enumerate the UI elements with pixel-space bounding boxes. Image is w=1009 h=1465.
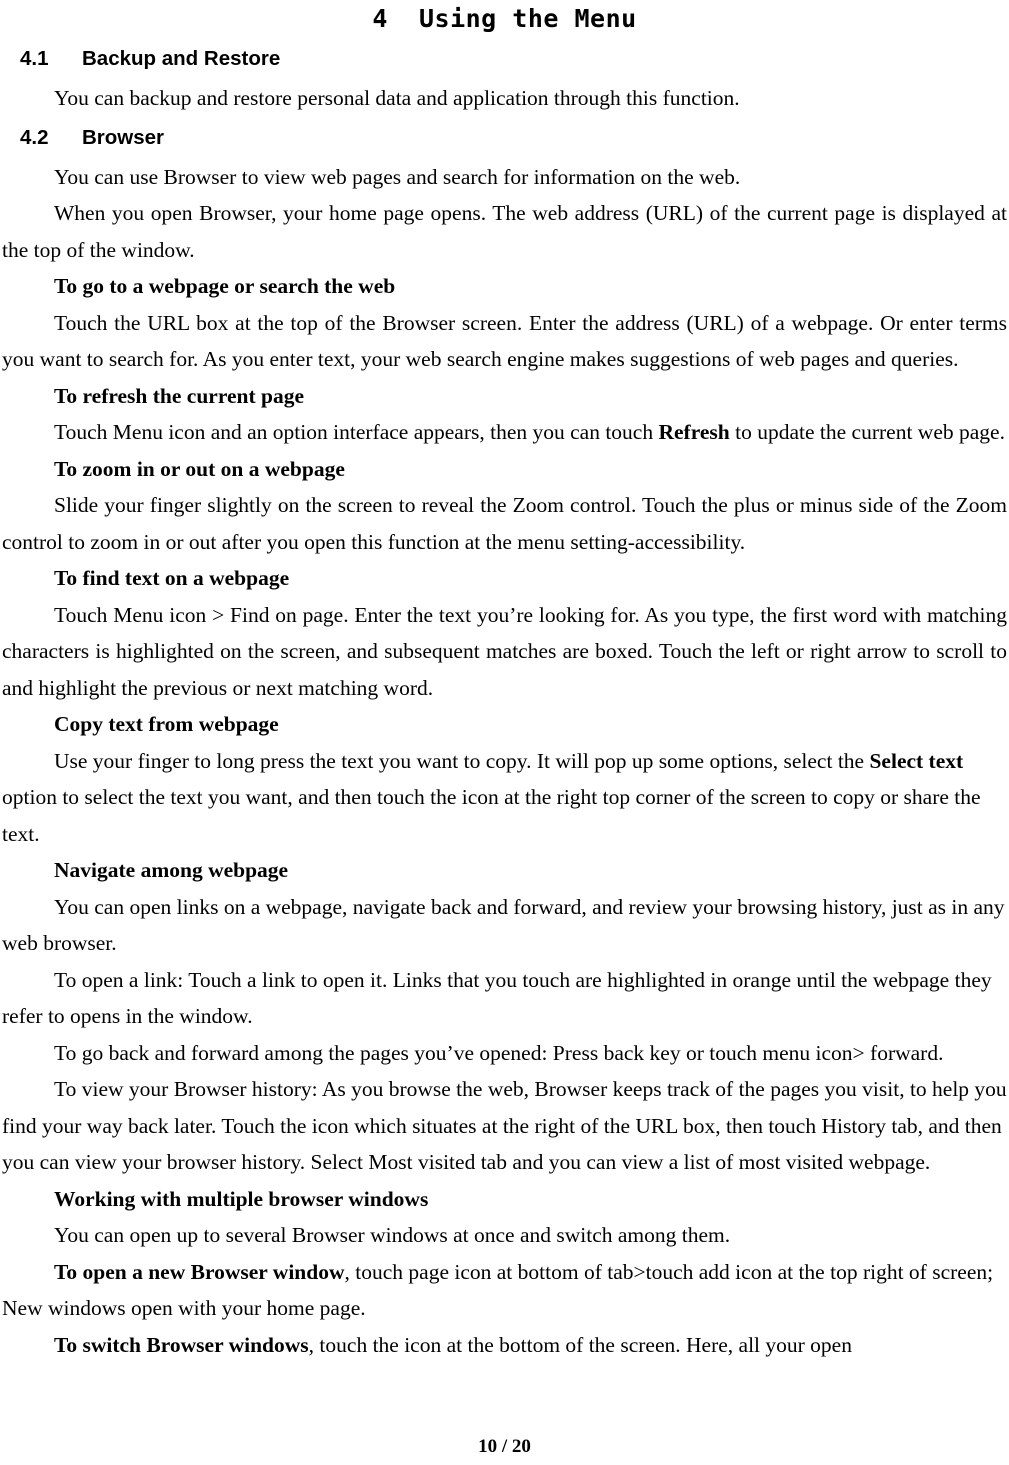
paragraph-open-new-window: To open a new Browser window, touch page… (2, 1254, 1007, 1327)
subheading-refresh-page: To refresh the current page (54, 383, 305, 408)
paragraph-find-text: Touch Menu icon > Find on page. Enter th… (2, 602, 1007, 700)
paragraph-go-to-webpage: Touch the URL box at the top of the Brow… (2, 310, 1007, 372)
paragraph-browser-intro-2: When you open Browser, your home page op… (2, 201, 1007, 262)
inline-bold-refresh: Refresh (658, 420, 730, 444)
paragraph-navigate-2: To open a link: Touch a link to open it.… (2, 967, 992, 1029)
paragraph-backup-intro: You can backup and restore personal data… (54, 86, 740, 110)
inline-bold-select-text: Select text (869, 748, 964, 773)
section-title-4-1: Backup and Restore (82, 47, 281, 70)
paragraph-navigate-3: To go back and forward among the pages y… (54, 1040, 944, 1065)
section-title-4-2: Browser (82, 125, 165, 149)
section-number-4-1: 4.1 (20, 47, 49, 70)
paragraph-refresh-text-a: Touch Menu icon and an option interface … (54, 420, 659, 444)
inline-bold-switch-windows: To switch Browser windows (54, 1332, 309, 1357)
inline-bold-open-new-window: To open a new Browser window (54, 1259, 345, 1284)
chapter-title: 4 Using the Menu (372, 4, 637, 33)
subheading-find-text: To find text on a webpage (54, 566, 290, 590)
subheading-multiple-windows: Working with multiple browser windows (54, 1186, 429, 1211)
paragraph-navigate-1: You can open links on a webpage, navigat… (2, 894, 1005, 956)
paragraph-copy-text-b: option to select the text you want, and … (2, 785, 981, 846)
page-number-footer: 10 / 20 (478, 1436, 531, 1457)
paragraph-switch-windows: To switch Browser windows, touch the ico… (2, 1327, 1007, 1364)
subheading-navigate-webpage: Navigate among webpage (54, 858, 289, 882)
section-heading-4-1: 4.1 Backup and Restore (2, 44, 1007, 74)
paragraph-navigate-4: To view your Browser history: As you bro… (2, 1077, 1007, 1174)
paragraph-copy-text-a: Use your finger to long press the text y… (54, 748, 870, 773)
paragraph-refresh-text-b: to update the current web page. (729, 420, 1005, 444)
subheading-zoom-webpage: To zoom in or out on a webpage (54, 456, 345, 481)
paragraph-multiple-windows: You can open up to several Browser windo… (54, 1223, 731, 1247)
paragraph-refresh-page: Touch Menu icon and an option interface … (2, 414, 1007, 451)
section-number-4-2: 4.2 (20, 125, 49, 149)
document-page: 4 Using the Menu 4.1 Backup and Restore Y… (0, 0, 1009, 1465)
section-heading-4-2: 4.2 Browser (2, 123, 1007, 153)
subheading-copy-text: Copy text from webpage (54, 712, 279, 736)
paragraph-copy-text: Use your finger to long press the text y… (2, 743, 1007, 853)
paragraph-zoom-webpage: Slide your finger slightly on the screen… (2, 493, 1007, 554)
paragraph-browser-intro-1: You can use Browser to view web pages an… (54, 164, 741, 189)
subheading-go-to-webpage: To go to a webpage or search the web (54, 274, 396, 298)
paragraph-switch-windows-text: , touch the icon at the bottom of the sc… (308, 1332, 852, 1357)
